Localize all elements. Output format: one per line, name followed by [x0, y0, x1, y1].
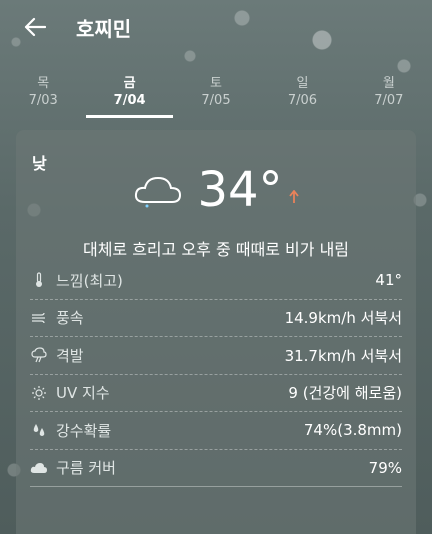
sun-icon: [30, 384, 48, 402]
tab-date-label: 7/04: [113, 93, 146, 108]
detail-row-precipitation: 강수확률 74%(3.8mm): [30, 412, 402, 450]
tab-date-label: 7/03: [28, 93, 58, 108]
day-tabs: 목 7/03 금 7/04 토 7/05 일 7/06 월 7/07: [0, 64, 432, 118]
cloud-icon: [135, 176, 182, 208]
gust-icon: [30, 346, 48, 364]
weather-summary: 대체로 흐리고 오후 중 때때로 비가 내림: [82, 240, 350, 259]
raindrops-icon: [30, 421, 48, 439]
tab-day-label: 토: [210, 76, 222, 91]
tab-day-1[interactable]: 목 7/03: [0, 64, 86, 118]
detail-row-wind: 풍속 14.9km/h 서북서: [30, 300, 402, 337]
tab-day-label: 일: [296, 76, 309, 91]
cloud-icon: [30, 459, 48, 477]
tab-date-label: 7/06: [287, 93, 318, 108]
tab-day-2[interactable]: 금 7/04: [86, 64, 174, 118]
wind-icon: [30, 309, 48, 327]
arrow-left-icon: [24, 17, 46, 37]
detail-value: 9 (건강에 해로움): [288, 384, 402, 403]
thermometer-icon: [30, 271, 48, 289]
forecast-card: 낮 34° 대체로 흐리고 오후 중 때때로 비가 내림 느낌(최고) 41° …: [16, 130, 416, 534]
arrow-up-icon: [288, 189, 299, 208]
detail-label: 느낌(최고): [56, 271, 123, 290]
page-title: 호찌민: [76, 16, 132, 41]
detail-value: 41°: [375, 271, 402, 290]
detail-row-gust: 격발 31.7km/h 서북서: [30, 337, 402, 375]
tab-day-4[interactable]: 일 7/06: [259, 64, 345, 118]
detail-row-cloud-cover: 구름 커버 79%: [30, 450, 402, 487]
details-list: 느낌(최고) 41° 풍속 14.9km/h 서북서 격발 31.7km/h 서…: [30, 262, 402, 487]
detail-label: 풍속: [56, 309, 84, 328]
temperature-row: 34°: [16, 160, 416, 220]
tab-day-label: 월: [382, 76, 395, 91]
detail-row-uv: UV 지수 9 (건강에 해로움): [30, 375, 402, 412]
tab-date-label: 7/07: [374, 93, 404, 108]
detail-value: 79%: [368, 458, 402, 477]
detail-row-feels-like: 느낌(최고) 41°: [30, 262, 402, 300]
detail-value: 31.7km/h 서북서: [284, 346, 402, 365]
detail-label: 구름 커버: [56, 459, 116, 478]
tab-day-5[interactable]: 월 7/07: [346, 64, 432, 118]
tab-day-label: 금: [123, 76, 136, 91]
tab-day-label: 목: [37, 76, 50, 91]
detail-label: 격발: [56, 346, 84, 365]
header: 호찌민: [0, 0, 432, 54]
tab-date-label: 7/05: [201, 93, 231, 108]
back-button[interactable]: [20, 12, 50, 42]
temperature-value: 34°: [197, 162, 283, 218]
detail-label: 강수확률: [56, 421, 112, 440]
tab-day-3[interactable]: 토 7/05: [173, 64, 259, 118]
detail-value: 14.9km/h 서북서: [284, 309, 402, 328]
detail-value: 74%(3.8mm): [303, 421, 402, 440]
detail-label: UV 지수: [56, 384, 110, 403]
